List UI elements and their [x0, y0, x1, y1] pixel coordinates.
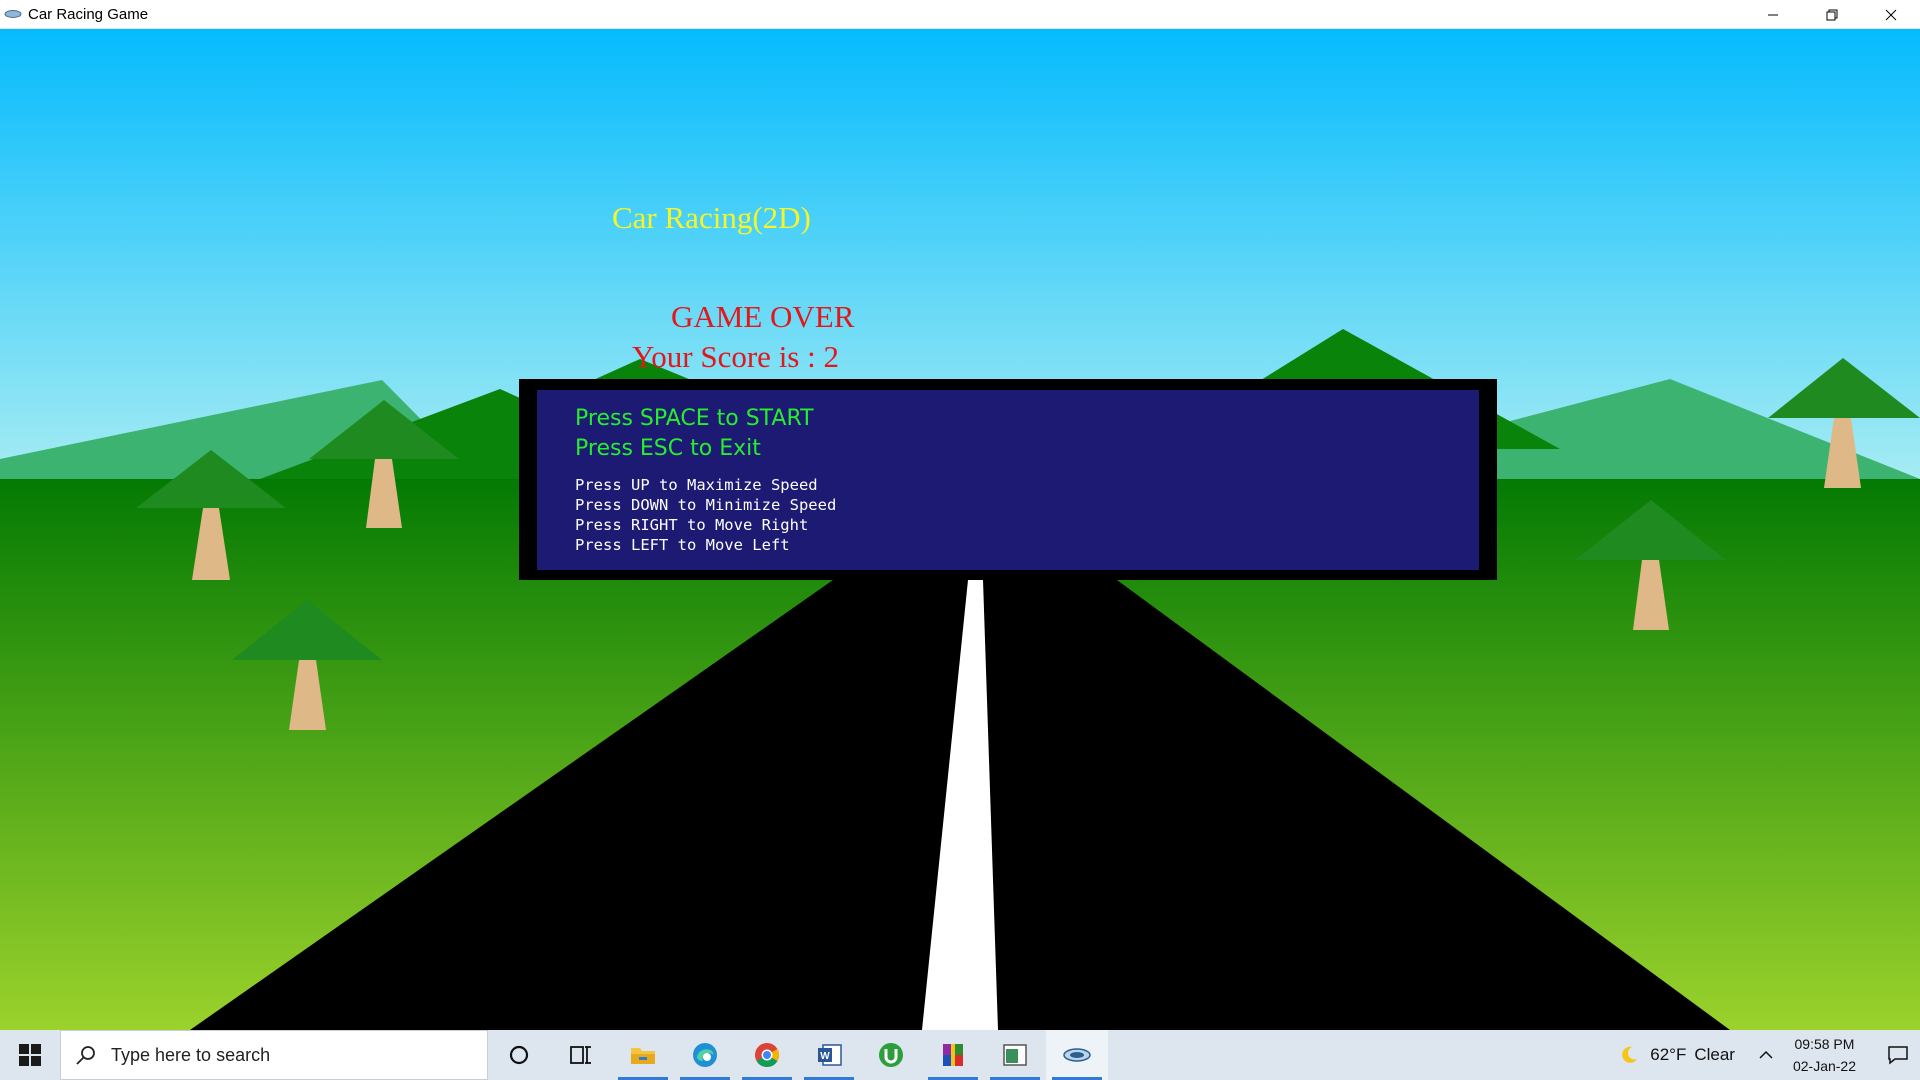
edge-button[interactable] — [674, 1030, 736, 1080]
window-title: Car Racing Game — [28, 5, 149, 23]
file-explorer-button[interactable] — [612, 1030, 674, 1080]
cortana-button[interactable] — [488, 1030, 550, 1080]
task-view-icon — [570, 1046, 591, 1064]
score-text: Your Score is : 2 — [632, 339, 839, 374]
taskbar-search[interactable]: Type here to search — [60, 1030, 488, 1080]
cortana-icon — [509, 1045, 529, 1065]
system-tray: 62°F Clear 09:58 PM 02-Jan-22 — [1618, 1030, 1920, 1080]
control-down: Press DOWN to Minimize Speed — [575, 496, 837, 514]
search-placeholder: Type here to search — [111, 1044, 271, 1065]
app-button[interactable] — [984, 1030, 1046, 1080]
chrome-icon — [755, 1043, 780, 1068]
control-up: Press UP to Maximize Speed — [575, 476, 818, 494]
game-title: Car Racing(2D) — [612, 200, 811, 235]
search-icon — [76, 1046, 95, 1065]
taskbar: Type here to search W 62°F Clear 09:58 P… — [0, 1030, 1920, 1080]
clock[interactable]: 09:58 PM 02-Jan-22 — [1793, 1033, 1856, 1077]
control-left: Press LEFT to Move Left — [575, 536, 790, 554]
game-app-icon — [1063, 1048, 1091, 1062]
utorrent-icon — [879, 1043, 903, 1067]
restore-icon — [1826, 9, 1837, 20]
start-instruction: Press SPACE to START — [575, 406, 814, 431]
game-over-text: GAME OVER — [671, 299, 855, 334]
windows-start-icon — [19, 1044, 41, 1066]
svg-text:W: W — [820, 1051, 830, 1062]
chrome-button[interactable] — [736, 1030, 798, 1080]
moon-icon — [1622, 1046, 1638, 1063]
clock-time: 09:58 PM — [1794, 1036, 1855, 1052]
close-icon — [1885, 9, 1896, 20]
file-explorer-icon — [631, 1048, 655, 1064]
minimize-button[interactable] — [1743, 0, 1802, 29]
game-app-button[interactable] — [1046, 1030, 1108, 1080]
window-app-icon — [1003, 1044, 1027, 1066]
show-hidden-icons-button[interactable] — [1751, 1030, 1781, 1080]
word-button[interactable]: W — [798, 1030, 860, 1080]
chevron-up-icon — [1759, 1050, 1773, 1059]
winrar-button[interactable] — [922, 1030, 984, 1080]
word-icon: W — [818, 1044, 842, 1066]
restore-button[interactable] — [1802, 0, 1861, 29]
task-view-button[interactable] — [550, 1030, 612, 1080]
control-right: Press RIGHT to Move Right — [575, 516, 809, 534]
close-button[interactable] — [1861, 0, 1920, 29]
clock-date: 02-Jan-22 — [1792, 1058, 1856, 1074]
edge-icon — [693, 1043, 717, 1067]
app-icon — [4, 10, 22, 18]
weather-condition: Clear — [1694, 1045, 1735, 1064]
start-button[interactable] — [0, 1030, 60, 1080]
notifications-button[interactable] — [1876, 1030, 1920, 1080]
exit-instruction: Press ESC to Exit — [575, 436, 761, 461]
notification-icon — [1888, 1046, 1908, 1065]
window-controls — [1743, 0, 1920, 29]
window-titlebar: Car Racing Game — [0, 0, 1920, 29]
utorrent-button[interactable] — [860, 1030, 922, 1080]
weather-temperature: 62°F — [1650, 1045, 1687, 1064]
winrar-icon — [943, 1044, 963, 1066]
minimize-icon — [1767, 14, 1778, 15]
weather-widget[interactable]: 62°F Clear — [1618, 1044, 1735, 1066]
